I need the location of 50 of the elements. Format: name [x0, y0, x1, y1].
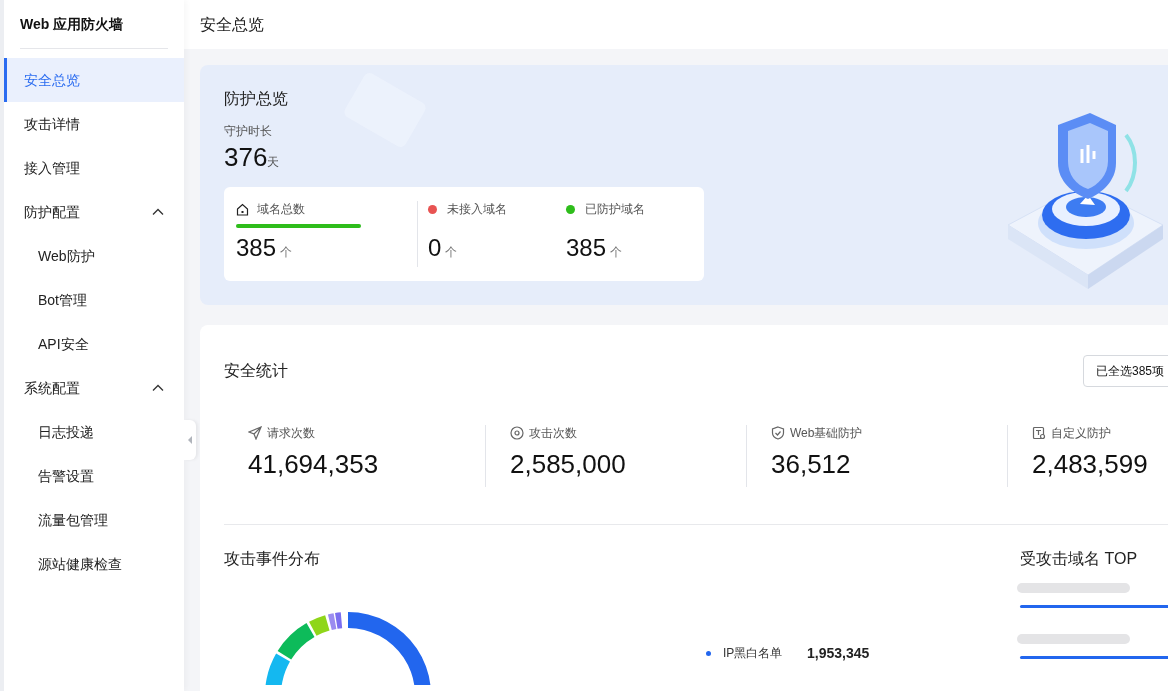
- domain-label: 未接入域名: [447, 201, 507, 217]
- domain-label: 已防护域名: [585, 201, 645, 217]
- sidebar-item[interactable]: Bot管理: [4, 278, 184, 322]
- section-title: 受攻击域名 TOP: [1020, 549, 1139, 569]
- duration-value: 376: [224, 141, 268, 173]
- stat-value: 36,512: [771, 448, 852, 480]
- domain-count: 385: [566, 234, 607, 262]
- stat-label: 自定义防护: [1051, 425, 1111, 441]
- sidebar-item[interactable]: 安全总览: [4, 58, 184, 102]
- section-title: 安全统计: [224, 361, 288, 381]
- stat-label: Web基础防护: [790, 425, 863, 441]
- domain-count: 0: [428, 234, 442, 262]
- sidebar-item[interactable]: 告警设置: [4, 454, 184, 498]
- collapse-icon: [188, 436, 192, 444]
- sidebar-group[interactable]: 防护配置: [4, 190, 184, 234]
- sidebar-item[interactable]: 接入管理: [4, 146, 184, 190]
- shield-icon: [771, 426, 785, 440]
- sidebar-item[interactable]: API安全: [4, 322, 184, 366]
- sidebar-item[interactable]: Web防护: [4, 234, 184, 278]
- sidebar-item[interactable]: 流量包管理: [4, 498, 184, 542]
- duration-label: 守护时长: [224, 123, 273, 139]
- sidebar-item[interactable]: 源站健康检查: [4, 542, 184, 586]
- legend-value: 1,953,345: [807, 644, 870, 663]
- domain-label: 域名总数: [257, 201, 305, 217]
- stat-value: 41,694,353: [248, 448, 380, 480]
- selection-button[interactable]: 已全选385项: [1083, 355, 1168, 387]
- duration-unit: 天: [267, 155, 280, 170]
- target-icon: [510, 426, 524, 440]
- app-title: Web 应用防火墙: [20, 15, 125, 34]
- sidebar-item[interactable]: 攻击详情: [4, 102, 184, 146]
- document-icon: [1032, 426, 1046, 440]
- stat-value: 2,483,599: [1032, 448, 1149, 480]
- caret-icon: [152, 384, 164, 392]
- section-title: 防护总览: [224, 89, 289, 109]
- stat-value: 2,585,000: [510, 448, 627, 480]
- count-unit: 个: [445, 244, 458, 260]
- count-unit: 个: [610, 244, 623, 260]
- send-icon: [248, 426, 262, 440]
- stat-label: 请求次数: [267, 425, 315, 441]
- collapse-handle[interactable]: [184, 420, 196, 460]
- domain-count: 385: [236, 234, 277, 262]
- count-unit: 个: [280, 244, 293, 260]
- caret-icon: [152, 208, 164, 216]
- stat-label: 攻击次数: [529, 425, 577, 441]
- home-icon: [236, 202, 249, 216]
- section-title: 攻击事件分布: [224, 549, 321, 569]
- sidebar-group[interactable]: 系统配置: [4, 366, 184, 410]
- legend-label: IP黑白名单: [723, 645, 784, 661]
- sidebar-item[interactable]: 日志投递: [4, 410, 184, 454]
- page-title: 安全总览: [200, 14, 264, 35]
